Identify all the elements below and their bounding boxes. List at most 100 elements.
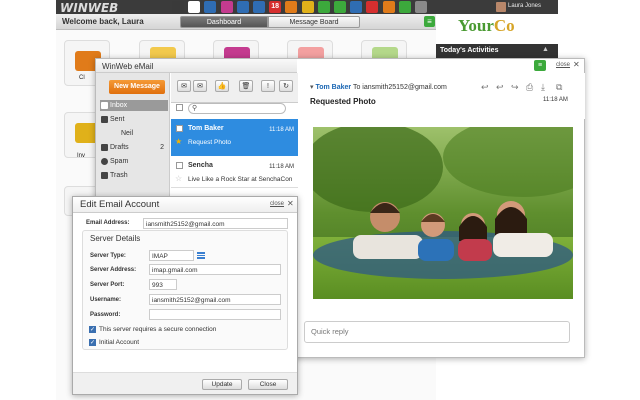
message-sender-line: ▾ Tom Baker To iansmith25152@gmail.com <box>310 83 447 91</box>
collapse-icon[interactable]: ▲ <box>542 46 549 53</box>
message-search-input[interactable] <box>188 103 286 114</box>
print-icon[interactable]: ⎙ <box>526 82 533 93</box>
list-item[interactable]: Tom Baker 11:18 AM ★ Request Photo <box>171 119 298 156</box>
email-icon[interactable] <box>236 1 249 13</box>
email-address-label: Email Address: <box>86 220 130 226</box>
message-time: 11:18 AM <box>269 127 294 133</box>
chart-icon[interactable] <box>317 1 330 13</box>
grid-icon[interactable] <box>334 1 346 13</box>
server-details-heading: Server Details <box>90 234 141 243</box>
message-checkbox[interactable] <box>176 125 183 132</box>
password-label: Password: <box>90 312 121 318</box>
server-address-label: Server Address: <box>90 267 137 273</box>
inbox-icon <box>101 102 108 109</box>
quick-reply-input[interactable]: Quick reply <box>304 321 570 343</box>
forward-icon[interactable]: ↪ <box>511 82 519 93</box>
recipient-text: To iansmith25152@gmail.com <box>352 84 447 91</box>
server-port-field[interactable]: 993 <box>149 279 177 290</box>
sender-name[interactable]: Tom Baker <box>315 84 351 91</box>
folder-sent[interactable]: Sent <box>100 114 168 125</box>
open-external-icon[interactable]: ⧉ <box>556 82 562 93</box>
folder-trash[interactable]: Trash <box>100 170 168 181</box>
close-icon[interactable]: ✕ <box>573 60 580 69</box>
menu-icon[interactable]: ≡ <box>424 16 435 27</box>
folder-label: Sent <box>110 116 125 123</box>
contacts-icon[interactable] <box>285 1 298 13</box>
update-button[interactable]: Update <box>202 379 242 390</box>
close-icon[interactable]: ✕ <box>287 199 294 208</box>
calendar-icon[interactable]: 18 <box>269 1 282 13</box>
store-icon[interactable] <box>398 1 411 13</box>
home-icon[interactable] <box>188 1 201 13</box>
email-menu-icon[interactable]: ≡ <box>534 60 546 71</box>
invoice-icon[interactable] <box>301 1 314 13</box>
folder-neil[interactable]: Neil <box>100 128 168 139</box>
folder-label: Drafts <box>110 144 129 151</box>
trash-icon[interactable]: 🗑 <box>239 80 253 92</box>
email-window-title: WinWeb eMail <box>102 62 154 71</box>
contacts-list-icon[interactable] <box>366 1 379 13</box>
folder-spam[interactable]: Spam <box>100 156 168 167</box>
email-address-field[interactable]: iansmith25152@gmail.com <box>143 218 288 229</box>
folder-label: Neil <box>121 130 134 137</box>
server-port-label: Server Port: <box>90 282 125 288</box>
secure-connection-label: This server requires a secure connection <box>99 326 217 333</box>
table-icon[interactable] <box>253 1 265 13</box>
gear-icon[interactable] <box>415 1 427 13</box>
avatar[interactable] <box>496 2 506 12</box>
initial-account-checkbox[interactable]: ✓ <box>89 339 96 346</box>
message-reader-header <box>299 73 585 119</box>
secure-connection-checkbox[interactable]: ✓ <box>89 326 96 333</box>
company-logo-part-b: Co <box>493 16 515 35</box>
star-icon[interactable]: ★ <box>175 137 182 146</box>
server-type-select[interactable]: IMAP <box>149 250 194 261</box>
tile-label: Inv <box>77 153 86 159</box>
username-field[interactable]: iansmith25152@gmail.com <box>149 294 281 305</box>
spam-icon <box>101 158 108 165</box>
dialog-close-link[interactable]: close <box>270 201 284 207</box>
password-field[interactable] <box>149 309 281 320</box>
message-subject: Live Like a Rock Star at SenchaCon <box>188 176 293 183</box>
reply-icon[interactable]: ↩ <box>481 82 489 93</box>
message-time: 11:18 AM <box>269 164 294 170</box>
mail-icon[interactable]: ✉ <box>177 80 191 92</box>
folder-label: Spam <box>110 158 129 165</box>
message-checkbox[interactable] <box>176 162 183 169</box>
tasks-icon[interactable] <box>350 1 363 13</box>
message-time: 11:18 AM <box>543 97 568 103</box>
cloud-icon[interactable] <box>382 1 395 13</box>
folder-inbox[interactable]: Inbox <box>100 100 168 111</box>
refresh-icon[interactable]: ↻ <box>279 80 293 92</box>
todays-activities-header[interactable]: Today's Activities <box>436 44 558 58</box>
tab-message-board[interactable]: Message Board <box>268 16 360 28</box>
alert-icon[interactable]: ! <box>261 80 275 92</box>
tile-label: Cl <box>79 75 85 81</box>
folder-label: Trash <box>110 172 128 179</box>
list-icon[interactable] <box>197 252 205 259</box>
briefcase-icon[interactable] <box>204 1 217 13</box>
people-icon[interactable] <box>172 1 184 13</box>
close-button[interactable]: Close <box>248 379 288 390</box>
thumbs-up-icon[interactable]: 👍 <box>215 80 229 92</box>
company-logo: YourCo <box>458 16 515 36</box>
new-message-button[interactable]: New Message <box>109 80 165 94</box>
user-name[interactable]: Laura Jones <box>508 3 541 9</box>
server-address-field[interactable]: imap.gmail.com <box>149 264 281 275</box>
download-icon[interactable]: ⤓ <box>541 82 545 93</box>
trash-icon <box>101 172 108 179</box>
mark-read-icon[interactable]: ✉ <box>193 80 207 92</box>
email-close-link[interactable]: close <box>556 62 570 68</box>
drafts-count: 2 <box>160 144 164 151</box>
message-subject: Request Photo <box>188 139 232 146</box>
drafts-icon <box>101 144 108 151</box>
folder-drafts[interactable]: Drafts 2 <box>100 142 168 153</box>
reply-all-icon[interactable]: ↩ <box>496 82 504 93</box>
select-all-checkbox[interactable] <box>176 104 183 111</box>
tab-dashboard[interactable]: Dashboard <box>180 16 268 28</box>
welcome-text: Welcome back, Laura <box>62 17 144 26</box>
username-label: Username: <box>90 297 122 303</box>
star-icon[interactable]: ☆ <box>175 174 182 183</box>
list-item[interactable]: Sencha 11:18 AM ☆ Live Like a Rock Star … <box>171 156 298 188</box>
message-from: Sencha <box>188 162 213 169</box>
presentation-icon[interactable] <box>220 1 233 13</box>
